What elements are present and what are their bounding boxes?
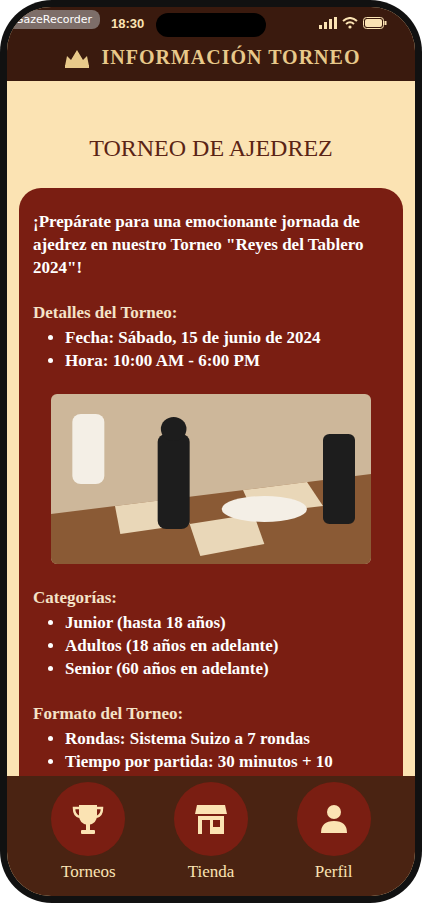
info-section: Formato del Torneo:Rondas: Sistema Suizo…	[33, 702, 389, 776]
signal-icon	[319, 17, 337, 29]
section-item: Fecha: Sábado, 15 de junio de 2024	[65, 326, 389, 349]
info-section: Detalles del Torneo:Fecha: Sábado, 15 de…	[33, 301, 389, 372]
page-title: TORNEO DE AJEDREZ	[19, 135, 403, 162]
section-title: Formato del Torneo:	[33, 702, 389, 725]
chess-photo	[51, 394, 371, 564]
info-section: Categorías:Junior (hasta 18 años)Adultos…	[33, 586, 389, 680]
watermark: GazeRecorder	[7, 10, 100, 29]
section-list: Rondas: Sistema Suizo a 7 rondasTiempo p…	[33, 727, 389, 776]
nav-label: Torneos	[61, 862, 116, 882]
battery-icon	[363, 17, 387, 29]
nav-item[interactable]: Torneos	[51, 782, 125, 882]
section-item: Tiempo por partida: 30 minutos + 10 segu…	[65, 750, 389, 776]
trophy-icon	[70, 801, 106, 837]
bottom-nav: Torneos Tienda Perfil	[7, 776, 415, 896]
store-icon	[193, 801, 229, 837]
wifi-icon	[342, 17, 358, 29]
section-list: Junior (hasta 18 años)Adultos (18 años e…	[33, 611, 389, 680]
user-icon	[316, 801, 352, 837]
content: TORNEO DE AJEDREZ ¡Prepárate para una emo…	[7, 81, 415, 776]
chess-board-icon	[51, 394, 371, 564]
nav-label: Tienda	[188, 862, 235, 882]
nav-item[interactable]: Perfil	[297, 782, 371, 882]
status-time: 18:30	[111, 16, 144, 31]
header-title: INFORMACIÓN TORNEO	[102, 46, 361, 69]
notch	[156, 13, 266, 37]
section-item: Rondas: Sistema Suizo a 7 rondas	[65, 727, 389, 750]
section-item: Hora: 10:00 AM - 6:00 PM	[65, 349, 389, 372]
nav-item[interactable]: Tienda	[174, 782, 248, 882]
app-header: INFORMACIÓN TORNEO	[7, 39, 415, 81]
section-list: Fecha: Sábado, 15 de junio de 2024Hora: …	[33, 326, 389, 372]
nav-icon-circle	[174, 782, 248, 856]
status-icons	[319, 17, 387, 29]
nav-icon-circle	[297, 782, 371, 856]
section-title: Detalles del Torneo:	[33, 301, 389, 324]
info-card: ¡Prepárate para una emocionante jornada …	[19, 188, 403, 776]
section-item: Junior (hasta 18 años)	[65, 611, 389, 634]
intro-text: ¡Prepárate para una emocionante jornada …	[33, 210, 389, 279]
chess-logo-icon	[62, 46, 92, 68]
section-item: Adultos (18 años en adelante)	[65, 634, 389, 657]
section-title: Categorías:	[33, 586, 389, 609]
phone-frame: GazeRecorder 18:30 INFORMACIÓN TORNEO TORNE…	[0, 0, 422, 903]
screen: GazeRecorder 18:30 INFORMACIÓN TORNEO TORNE…	[7, 7, 415, 896]
nav-icon-circle	[51, 782, 125, 856]
nav-label: Perfil	[315, 862, 353, 882]
section-item: Senior (60 años en adelante)	[65, 657, 389, 680]
